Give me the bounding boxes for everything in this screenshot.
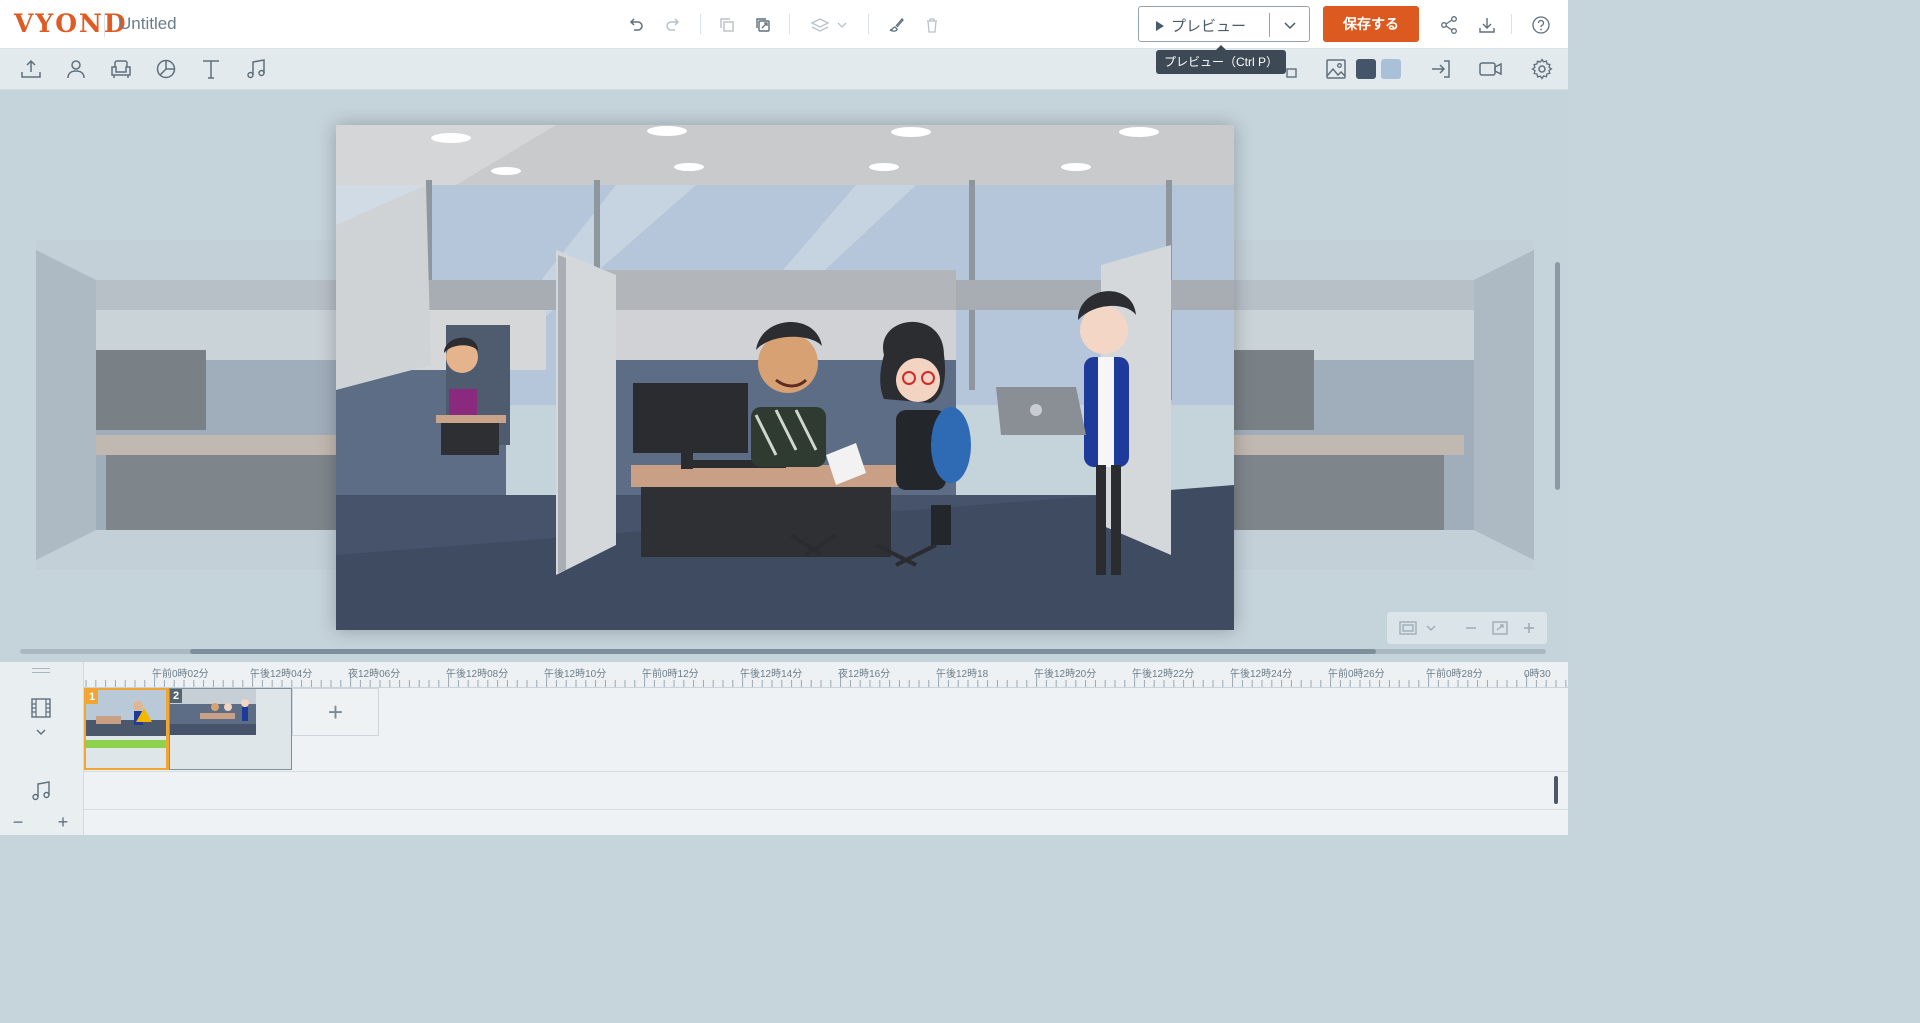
divider xyxy=(700,14,701,34)
character-icon[interactable] xyxy=(63,56,89,82)
vertical-scrollbar[interactable] xyxy=(1555,262,1560,490)
chevron-down-icon[interactable] xyxy=(29,720,53,744)
settings-icon[interactable] xyxy=(1529,56,1555,82)
chevron-down-icon[interactable] xyxy=(1420,617,1442,639)
divider xyxy=(1511,14,1512,34)
scene-duration-bar xyxy=(86,740,166,748)
ruler-label: 午後12時08分 xyxy=(446,669,509,680)
divider xyxy=(1269,13,1270,37)
timeline-zoom-in-button[interactable]: + xyxy=(51,810,75,834)
layers-icon[interactable] xyxy=(806,13,852,37)
scene-canvas[interactable] xyxy=(336,125,1234,630)
asset-toolbar xyxy=(0,49,1568,90)
music-icon[interactable] xyxy=(243,56,269,82)
divider xyxy=(104,13,105,37)
audio-track-scroll-handle[interactable] xyxy=(1554,776,1558,804)
zoom-in-icon[interactable] xyxy=(1518,617,1540,639)
trash-icon[interactable] xyxy=(920,13,944,37)
ruler-label: 午後12時20分 xyxy=(1034,669,1097,680)
ruler-label: 午後12時04分 xyxy=(250,669,313,680)
preview-tooltip: プレビュー（Ctrl P） xyxy=(1156,45,1287,74)
horizontal-scrollbar[interactable] xyxy=(20,649,1546,654)
duplicate-icon[interactable] xyxy=(751,13,775,37)
redo-icon[interactable] xyxy=(661,13,685,37)
ruler-label: 夜12時16分 xyxy=(838,669,891,680)
share-icon[interactable] xyxy=(1437,13,1461,37)
timeline-zoom-out-button[interactable]: − xyxy=(6,810,30,834)
scene-thumbnail-1[interactable]: 1 xyxy=(84,688,170,770)
ruler-label: 夜12時06分 xyxy=(348,669,401,680)
ruler-label: 午後12時24分 xyxy=(1230,669,1293,680)
offstage-office-right xyxy=(1234,240,1534,570)
fit-screen-icon[interactable] xyxy=(1397,617,1419,639)
ruler-label: 午後12時10分 xyxy=(544,669,607,680)
fullscreen-icon[interactable] xyxy=(1489,617,1511,639)
top-bar: VYOND Untitled プレビュー 保存する xyxy=(0,0,1568,49)
scene-thumbnail-image xyxy=(170,689,256,735)
timeline-ruler[interactable]: 午前0時02分 午後12時04分 夜12時06分 午後12時08分 午後12時10分 午前… xyxy=(84,662,1568,688)
ruler-label: 午前0時12分 xyxy=(642,669,699,680)
ruler-label: 午前0時26分 xyxy=(1328,669,1385,680)
scene-number-badge: 1 xyxy=(86,690,98,704)
divider xyxy=(789,14,790,34)
help-icon[interactable] xyxy=(1529,13,1553,37)
ruler-label: 午後12時18 xyxy=(936,669,989,680)
video-track: 1 2 + xyxy=(84,688,1568,772)
preview-button-label: プレビュー xyxy=(1171,18,1247,35)
copy-icon[interactable] xyxy=(715,13,739,37)
scene-thumbnail-image xyxy=(86,690,166,736)
ruler-label: 午後12時22分 xyxy=(1132,669,1195,680)
add-scene-button[interactable]: + xyxy=(292,688,379,736)
add-scene-label: + xyxy=(327,696,344,727)
timeline-track-headers: − + xyxy=(0,662,84,835)
zoom-out-icon[interactable] xyxy=(1460,617,1482,639)
preview-button-content: プレビュー xyxy=(1155,15,1246,36)
text-icon[interactable] xyxy=(198,56,224,82)
resize-handle[interactable] xyxy=(32,668,50,673)
scene-thumbnail-2[interactable]: 2 xyxy=(169,688,292,770)
color-swatch-light[interactable] xyxy=(1381,59,1401,79)
preview-button[interactable]: プレビュー xyxy=(1138,6,1310,42)
vyond-logo[interactable]: VYOND xyxy=(14,9,128,38)
chevron-down-icon[interactable] xyxy=(1279,14,1301,36)
scrollbar-thumb[interactable] xyxy=(190,649,1376,654)
timeline-footer xyxy=(84,810,1568,835)
exit-icon[interactable] xyxy=(1428,56,1454,82)
offstage-office-left xyxy=(36,240,336,570)
ruler-label: 午前0時28分 xyxy=(1426,669,1483,680)
zoom-controls xyxy=(1387,612,1547,644)
audio-track-icon[interactable] xyxy=(29,779,53,803)
audio-track[interactable] xyxy=(84,772,1568,810)
divider xyxy=(868,14,869,34)
paint-icon[interactable] xyxy=(884,13,908,37)
ruler-label: 午前0時02分 xyxy=(152,669,209,680)
scene-number-badge: 2 xyxy=(170,689,182,703)
stage-area[interactable] xyxy=(0,90,1568,662)
video-track-icon[interactable] xyxy=(29,696,53,720)
timeline: − + 午前0時02分 午後12時04分 夜12時06分 午後12時08分 午後12時1… xyxy=(0,662,1568,835)
color-swatch-dark[interactable] xyxy=(1356,59,1376,79)
save-button[interactable]: 保存する xyxy=(1323,6,1419,42)
document-title[interactable]: Untitled xyxy=(119,14,177,34)
play-icon xyxy=(1156,20,1164,31)
chart-icon[interactable] xyxy=(153,56,179,82)
upload-icon[interactable] xyxy=(18,56,44,82)
camera-icon[interactable] xyxy=(1478,56,1504,82)
ruler-label: 午後12時14分 xyxy=(740,669,803,680)
prop-icon[interactable] xyxy=(108,56,134,82)
undo-icon[interactable] xyxy=(624,13,648,37)
image-icon[interactable] xyxy=(1323,56,1349,82)
download-icon[interactable] xyxy=(1475,13,1499,37)
ruler-label: 0時30 xyxy=(1524,669,1551,680)
